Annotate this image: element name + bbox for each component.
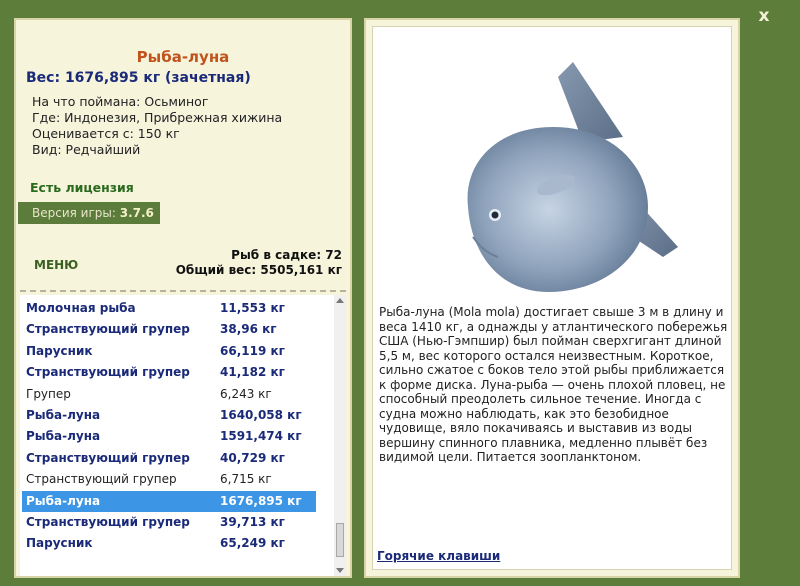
list-item[interactable]: Странствующий групер 41,182 кг (22, 362, 316, 383)
list-item[interactable]: Рыба-луна 1591,474 кг (22, 426, 316, 447)
list-item-weight: 6,715 кг (220, 472, 272, 487)
location-text: Где: Индонезия, Прибрежная хижина (32, 110, 283, 125)
list-item[interactable]: Странствующий групер 40,729 кг (22, 448, 316, 469)
divider (20, 290, 346, 292)
sunfish-image (467, 62, 678, 292)
list-item-name: Групер (26, 386, 71, 401)
list-item-name: Странствующий групер (26, 515, 190, 529)
value-text: Оценивается с: 150 кг (32, 126, 180, 141)
list-item[interactable]: Странствующий групер 38,96 кг (22, 319, 316, 340)
game-window: x Рыба-луна Вес: 1676,895 кг (зачетная) … (0, 0, 800, 586)
list-item[interactable]: Странствующий групер 6,715 кг (22, 469, 316, 490)
list-item-weight: 41,182 кг (220, 365, 285, 380)
scroll-up-icon[interactable] (336, 298, 344, 303)
version-value: 3.7.6 (119, 206, 154, 220)
list-item-name: Молочная рыба (26, 301, 136, 315)
list-scrollbar[interactable] (334, 295, 346, 576)
list-item-weight: 66,119 кг (220, 343, 285, 358)
list-item-name: Парусник (26, 536, 93, 551)
rarity-text: Вид: Редчайший (32, 142, 141, 157)
version-label: Версия игры: (32, 206, 116, 220)
list-item-weight: 39,713 кг (220, 515, 285, 529)
description-panel: Рыба-луна (Mola mola) достигает свыше 3 … (372, 26, 732, 570)
list-item-weight: 1591,474 кг (220, 429, 302, 444)
license-status: Есть лицензия (30, 180, 134, 195)
list-item-name: Странствующий групер (26, 472, 177, 487)
list-item-name: Странствующий групер (26, 322, 190, 337)
list-item-weight: 11,553 кг (220, 301, 285, 315)
scroll-thumb[interactable] (336, 523, 344, 557)
list-item-weight: 1640,058 кг (220, 408, 302, 422)
list-item-name: Странствующий групер (26, 365, 190, 380)
left-panel: Рыба-луна Вес: 1676,895 кг (зачетная) На… (14, 18, 352, 578)
list-item-name: Рыба-луна (26, 408, 101, 422)
list-item[interactable]: Молочная рыба 11,553 кг (22, 298, 316, 319)
list-item-weight: 65,249 кг (220, 536, 285, 551)
list-item-weight: 38,96 кг (220, 322, 277, 337)
keepnet-stats: Рыб в садке: 72 Общий вес: 5505,161 кг (176, 248, 342, 278)
fish-name: Рыба-луна (136, 48, 230, 66)
right-panel: Рыба-луна (Mola mola) достигает свыше 3 … (364, 18, 740, 578)
hotkeys-link[interactable]: Горячие клавиши (377, 549, 500, 563)
list-item[interactable]: Рыба-луна 1676,895 кг (22, 490, 316, 512)
list-item[interactable]: Рыба-луна 1640,058 кг (22, 405, 316, 426)
list-item-name: Рыба-луна (26, 429, 101, 444)
fish-description: Рыба-луна (Mola mola) достигает свыше 3 … (379, 305, 728, 464)
scroll-down-icon[interactable] (336, 568, 344, 573)
list-item-weight: 6,243 кг (220, 386, 272, 401)
total-weight: Общий вес: 5505,161 кг (175, 263, 342, 277)
list-item[interactable]: Странствующий групер 39,713 кг (22, 512, 316, 533)
list-item-weight: 1676,895 кг (220, 493, 302, 508)
menu-button[interactable]: МЕНЮ (34, 258, 78, 272)
list-item[interactable]: Парусник 66,119 кг (22, 341, 316, 362)
fish-count: Рыб в садке: 72 (231, 248, 342, 262)
list-item[interactable]: Парусник 65,249 кг (22, 533, 316, 554)
list-item-name: Странствующий групер (26, 450, 190, 465)
list-item-weight: 40,729 кг (220, 450, 285, 465)
version-badge: Версия игры: 3.7.6 (18, 202, 160, 224)
caught-on-text: На что поймана: Осьминог (32, 94, 209, 109)
list-item-name: Парусник (26, 343, 93, 358)
list-item[interactable]: Групер 6,243 кг (22, 384, 316, 405)
catch-list[interactable]: Парусник 65,249 кг Странствующий групер 39,… (20, 295, 346, 576)
list-item-name: Рыба-луна (26, 493, 101, 508)
close-button[interactable]: x (752, 6, 776, 26)
fish-weight: Вес: 1676,895 кг (зачетная) (26, 70, 251, 86)
